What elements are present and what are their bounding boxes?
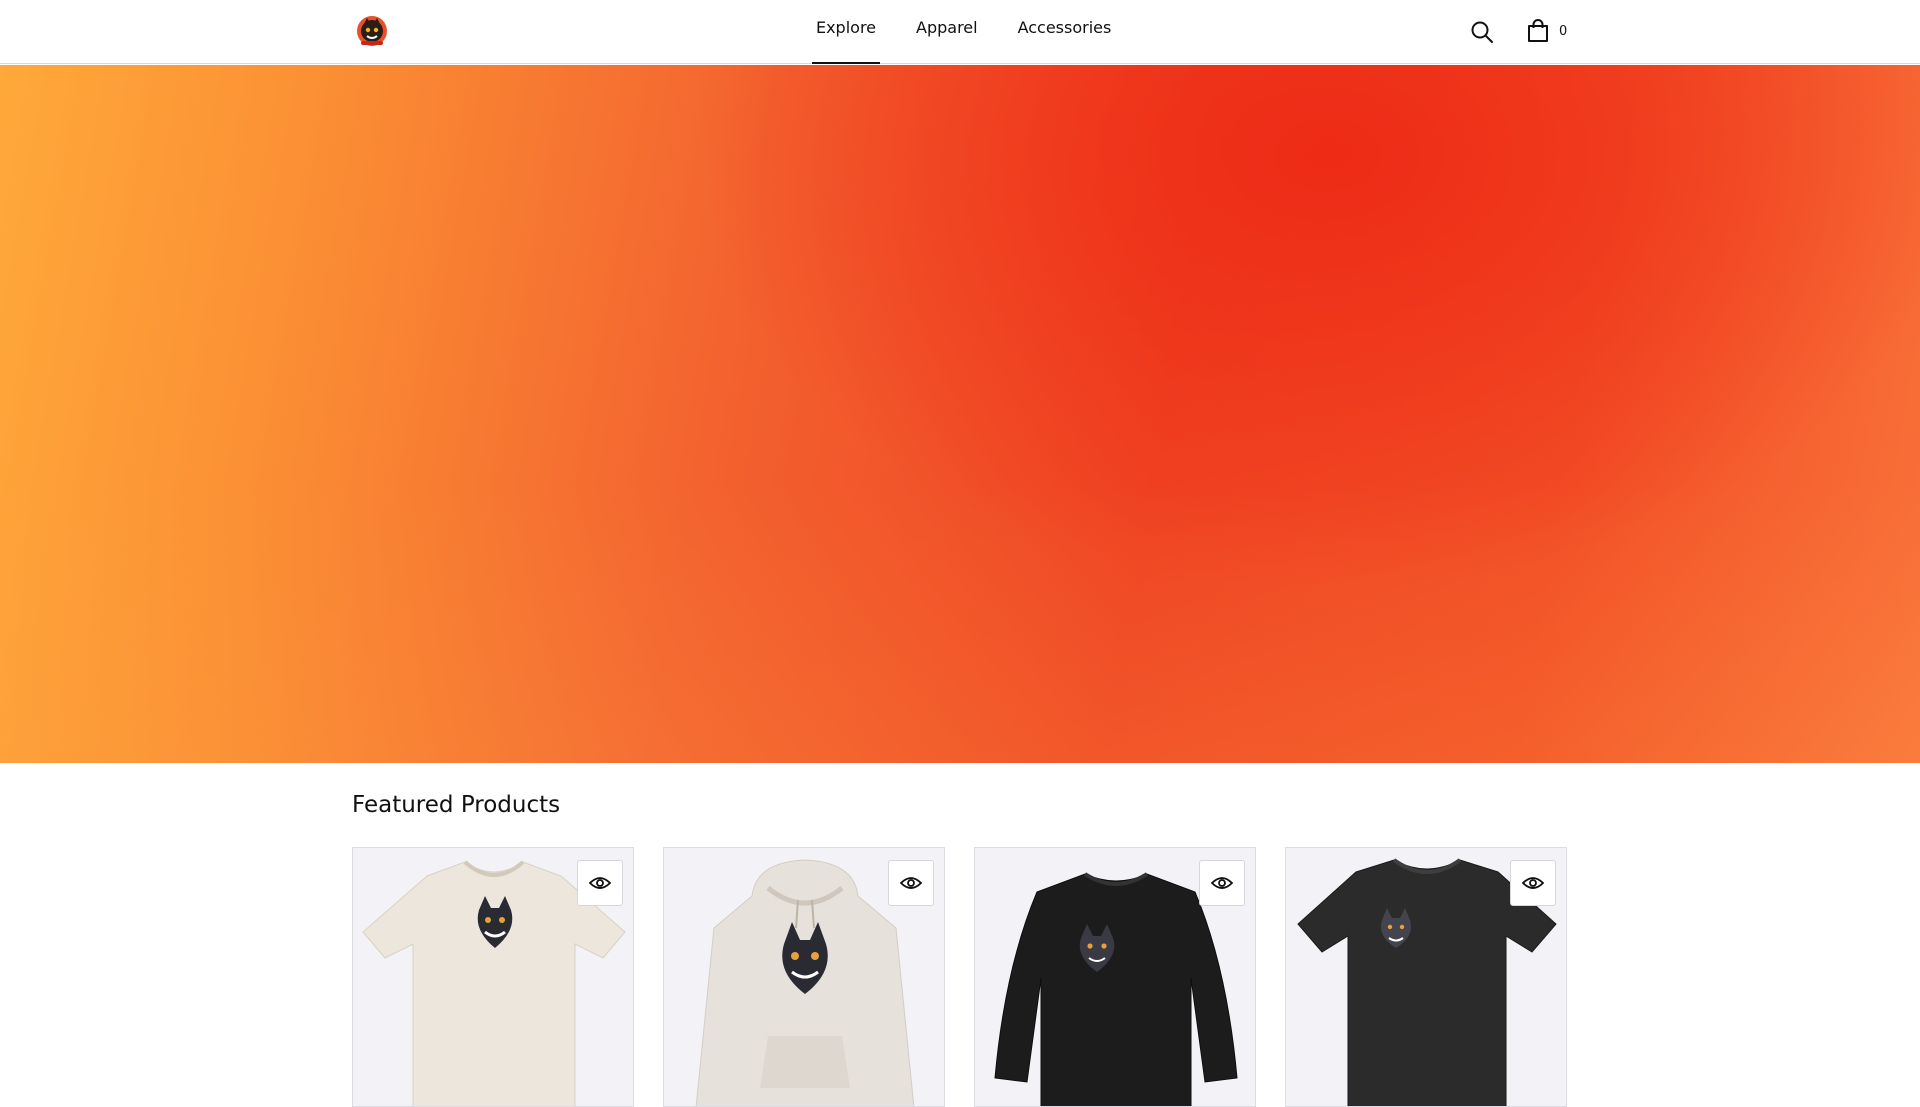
eye-icon <box>589 877 611 889</box>
logo-icon[interactable] <box>355 14 389 48</box>
active-nav-underline <box>812 62 880 64</box>
nav-accessories[interactable]: Accessories <box>1018 0 1112 64</box>
eye-icon <box>1522 877 1544 889</box>
nav-explore[interactable]: Explore <box>812 0 880 64</box>
hero-gradient-overlay <box>0 65 1920 763</box>
quick-view-button[interactable] <box>577 860 623 906</box>
nav-apparel-label: Apparel <box>916 18 978 37</box>
product-grid <box>352 847 1568 1107</box>
product-card[interactable] <box>663 847 945 1107</box>
featured-products-title: Featured Products <box>352 792 561 818</box>
search-icon[interactable] <box>1470 20 1494 44</box>
product-card[interactable] <box>352 847 634 1107</box>
quick-view-button[interactable] <box>888 860 934 906</box>
cart-button[interactable]: 0 <box>1527 19 1567 45</box>
nav-accessories-label: Accessories <box>1017 18 1112 37</box>
product-card[interactable] <box>1285 847 1567 1107</box>
quick-view-button[interactable] <box>1199 860 1245 906</box>
nav-apparel[interactable]: Apparel <box>916 0 978 64</box>
eye-icon <box>1211 877 1233 889</box>
nav-explore-label: Explore <box>815 18 877 37</box>
cart-count: 0 <box>1559 24 1568 39</box>
main-nav: Explore Apparel Accessories <box>812 0 1111 64</box>
eye-icon <box>900 877 922 889</box>
hero-banner <box>0 65 1920 763</box>
site-header: Explore Apparel Accessories 0 <box>0 0 1920 64</box>
product-card[interactable] <box>974 847 1256 1107</box>
quick-view-button[interactable] <box>1510 860 1556 906</box>
shopping-bag-icon <box>1528 19 1548 42</box>
